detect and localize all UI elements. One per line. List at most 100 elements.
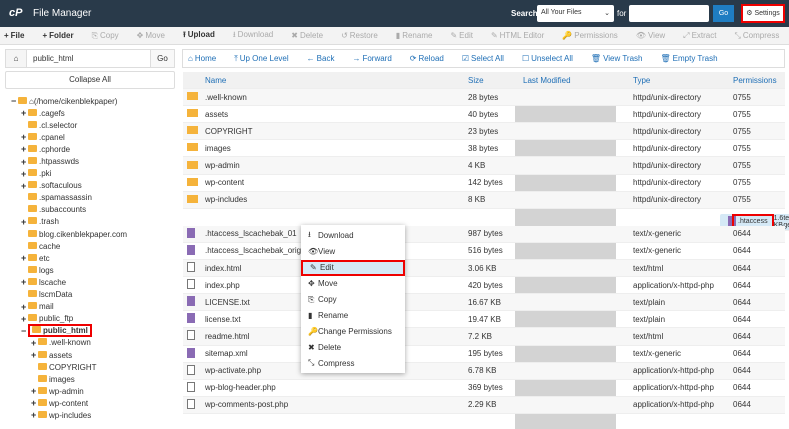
nav-unselect-all-button[interactable]: ☐ Unselect All (522, 54, 582, 63)
tree-item-pki[interactable]: + .pki (5, 168, 175, 180)
column-header-name[interactable]: Name (205, 76, 468, 85)
tree-item-wp-content[interactable]: + wp-content (5, 397, 175, 409)
tree-item-home-cikenblekpaper[interactable]: − ⌂(/home/cikenblekpaper) (5, 95, 175, 107)
tree-item-mail[interactable]: + mail (5, 301, 175, 313)
collapse-all-button[interactable]: Collapse All (5, 71, 175, 89)
table-row[interactable]: index.html 3.06 KB text/html 0644 (183, 260, 785, 278)
toolbar-view-button[interactable]: 👁 View (636, 31, 674, 40)
tree-item-lscache[interactable]: + lscache (5, 276, 175, 288)
search-input[interactable] (629, 5, 709, 22)
expand-icon[interactable]: + (21, 157, 28, 167)
search-go-button[interactable]: Go (713, 5, 734, 22)
tree-item-spamassassin[interactable]: .spamassassin (5, 192, 175, 204)
path-go-button[interactable]: Go (150, 50, 174, 67)
expand-icon[interactable]: + (21, 169, 28, 179)
path-input[interactable]: public_html (27, 50, 150, 67)
expand-icon[interactable]: + (21, 181, 28, 191)
file-name[interactable]: wp-comments-post.php (205, 400, 468, 409)
settings-button[interactable]: ⚙ Settings (741, 4, 785, 23)
expand-icon[interactable]: + (21, 132, 28, 142)
table-row[interactable]: wp-blog-header.php 369 bytes application/x… (183, 380, 785, 397)
tree-item-cl-selector[interactable]: .cl.selector (5, 119, 175, 131)
expand-icon[interactable]: + (21, 314, 28, 324)
table-row[interactable]: LICENSE.txt 16.67 KB text/plain 0644 (183, 294, 785, 312)
nav-forward-button[interactable]: → Forward (352, 54, 400, 63)
expand-icon[interactable]: + (31, 386, 38, 396)
table-row[interactable]: assets 40 bytes httpd/unix-directory 0755 (183, 106, 785, 124)
expand-icon[interactable]: + (31, 410, 38, 420)
toolbar-move-button[interactable]: ✥ Move (137, 31, 174, 40)
expand-icon[interactable]: + (21, 108, 28, 118)
tree-item-htpasswds[interactable]: + .htpasswds (5, 155, 175, 167)
file-name[interactable]: .well-known (205, 93, 468, 102)
tree-item-cache[interactable]: cache (5, 240, 175, 252)
toolbar-edit-button[interactable]: ✎ Edit (450, 31, 482, 40)
toolbar-folder-button[interactable]: + Folder (42, 31, 82, 40)
context-menu-change-permissions[interactable]: 🔑 Change Permissions (301, 323, 405, 339)
expand-icon[interactable]: + (21, 253, 28, 263)
expand-icon[interactable]: + (21, 277, 28, 287)
file-name[interactable]: wp-includes (205, 195, 468, 204)
search-scope-select[interactable]: All Your Files ⌄ (537, 5, 614, 22)
context-menu-rename[interactable]: ▮ Rename (301, 307, 405, 323)
table-row[interactable]: wp-includes 8 KB httpd/unix-directory 0755 (183, 191, 785, 209)
table-row[interactable]: COPYRIGHT 23 bytes httpd/unix-directory 075… (183, 123, 785, 141)
context-menu-view[interactable]: 👁 View (301, 244, 405, 260)
tree-item-public-ftp[interactable]: + public_ftp (5, 313, 175, 325)
table-row[interactable]: wp-content 142 bytes httpd/unix-directory 0… (183, 175, 785, 192)
tree-item-trash[interactable]: + .trash (5, 216, 175, 228)
table-row[interactable]: .well-known 28 bytes httpd/unix-directory 0… (183, 89, 785, 107)
tree-item-cpanel[interactable]: + .cpanel (5, 131, 175, 143)
nav-select-all-button[interactable]: ☑ Select All (462, 54, 513, 63)
expand-icon[interactable]: + (21, 144, 28, 154)
tree-item-cagefs[interactable]: + .cagefs (5, 107, 175, 119)
toolbar-upload-button[interactable]: ⭱ Upload (183, 29, 224, 43)
collapse-icon[interactable]: − (21, 326, 28, 336)
tree-item-wp-admin[interactable]: + wp-admin (5, 385, 175, 397)
tree-item-public-html[interactable]: − public_html (5, 324, 175, 338)
column-header-size[interactable]: Size (468, 76, 523, 85)
file-name[interactable]: images (205, 144, 468, 153)
home-icon[interactable]: ⌂ (6, 50, 27, 67)
expand-icon[interactable]: + (31, 338, 38, 348)
tree-item-subaccounts[interactable]: .subaccounts (5, 204, 175, 216)
file-name[interactable]: COPYRIGHT (205, 127, 468, 136)
nav-reload-button[interactable]: ⟳ Reload (410, 54, 453, 63)
tree-item-cphorde[interactable]: + .cphorde (5, 143, 175, 155)
toolbar-download-button[interactable]: ⭳ Download (233, 29, 282, 43)
table-row[interactable]: .htaccess_lscachebak_01 987 bytes text/x-g… (183, 225, 785, 243)
table-row[interactable]: wp-admin 4 KB httpd/unix-directory 0755 (183, 157, 785, 175)
table-row[interactable]: license.txt 19.47 KB text/plain 0644 (183, 311, 785, 329)
toolbar-file-button[interactable]: + File (4, 31, 33, 40)
toolbar-extract-button[interactable]: ⤢ Extract (683, 31, 725, 41)
toolbar-compress-button[interactable]: ⤡ Compress (734, 31, 788, 41)
table-row[interactable]: readme.html 7.2 KB text/html 0644 (183, 328, 785, 346)
tree-item-lscmdata[interactable]: lscmData (5, 289, 175, 301)
file-name[interactable]: wp-content (205, 178, 468, 187)
column-header-last-modified[interactable]: Last Modified (523, 76, 633, 85)
table-row[interactable]: .htaccess_lscachebak_orig 516 bytes text/x… (183, 243, 785, 261)
nav-up-one-level-button[interactable]: ⤒ Up One Level (234, 54, 297, 64)
tree-item-well-known[interactable]: + .well-known (5, 337, 175, 349)
nav-back-button[interactable]: ← Back (307, 54, 344, 63)
tree-item-assets[interactable]: + assets (5, 349, 175, 361)
table-row[interactable]: sitemap.xml 195 bytes text/x-generic 0644 (183, 346, 785, 363)
expand-icon[interactable]: + (21, 302, 28, 312)
tree-item-logs[interactable]: logs (5, 264, 175, 276)
nav-empty-trash-button[interactable]: 🗑 Empty Trash (661, 54, 727, 63)
toolbar-rename-button[interactable]: ▮ Rename (396, 31, 442, 40)
toolbar-copy-button[interactable]: ⎘ Copy (92, 31, 128, 41)
expand-icon[interactable]: + (31, 398, 38, 408)
context-menu-download[interactable]: ⭳ Download (301, 228, 405, 244)
toolbar-permissions-button[interactable]: 🔑 Permissions (562, 31, 627, 40)
file-name[interactable]: assets (205, 110, 468, 119)
tree-item-etc[interactable]: + etc (5, 252, 175, 264)
table-row[interactable]: wp-comments-post.php 2.29 KB application/x… (183, 396, 785, 414)
column-header-permissions[interactable]: Permissions (733, 76, 785, 85)
collapse-icon[interactable]: − (11, 96, 18, 106)
tree-item-images[interactable]: images (5, 373, 175, 385)
tree-item-softaculous[interactable]: + .softaculous (5, 180, 175, 192)
nav-view-trash-button[interactable]: 🗑 View Trash (591, 54, 652, 63)
nav-home-button[interactable]: ⌂ Home (188, 54, 225, 63)
toolbar-restore-button[interactable]: ↺ Restore (341, 31, 387, 40)
